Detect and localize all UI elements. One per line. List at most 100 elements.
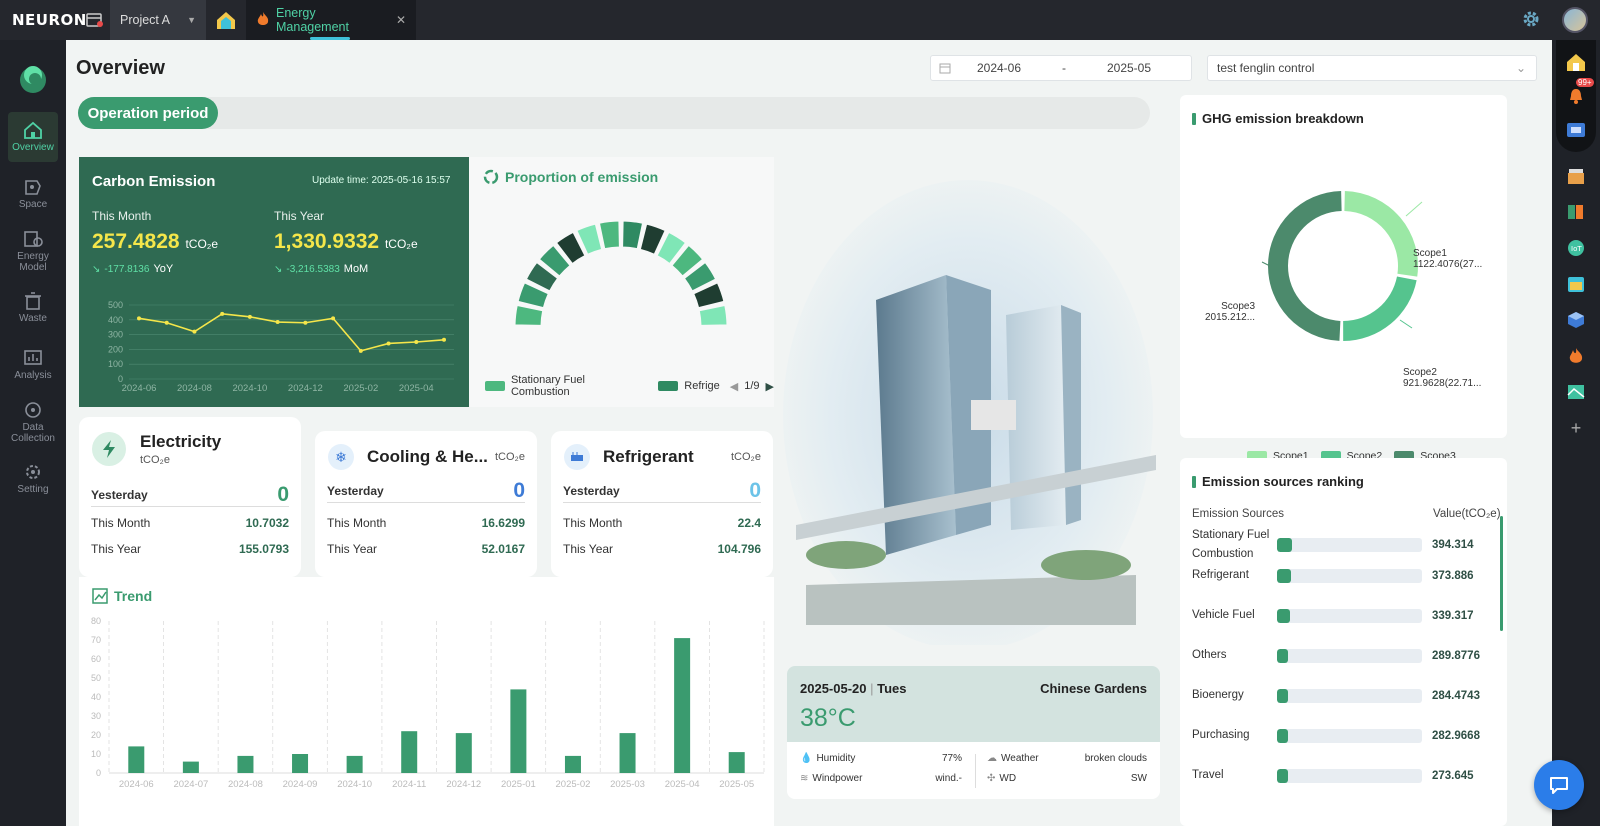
app-launcher-bar: 99+ IoT +: [1552, 40, 1600, 826]
sidebar-item-label: Setting: [17, 484, 49, 495]
operation-period-button[interactable]: Operation period: [78, 97, 218, 129]
ranking-bar: [1277, 568, 1422, 583]
refrigerant-card[interactable]: Refrigerant tCO₂e Yesterday 0 This Month 2…: [551, 431, 773, 577]
card-title: Refrigerant: [603, 447, 694, 466]
site-select[interactable]: test fenglin control ⌄: [1207, 55, 1537, 81]
monitor-app-icon[interactable]: [1564, 118, 1588, 142]
sidebar-item-overview[interactable]: Overview: [8, 112, 58, 162]
legend-prev-icon[interactable]: ◀: [730, 380, 738, 393]
iot-app-icon[interactable]: IoT: [1564, 236, 1588, 260]
trend-title: Trend: [92, 588, 152, 604]
this-month-value: 257.4828 tCO₂e: [92, 230, 219, 253]
tab-energy-management[interactable]: Energy Management ✕: [246, 0, 416, 40]
page-title: Overview: [76, 57, 165, 79]
this-month-row: This Month 10.7032: [91, 516, 289, 530]
gear-icon[interactable]: [1522, 10, 1540, 31]
project-selector[interactable]: Project A ▼: [110, 0, 206, 40]
trend-bar: [619, 733, 636, 773]
calendar-alert-icon[interactable]: [80, 0, 110, 40]
weather-item: ☁ Weather broken clouds: [987, 753, 1147, 764]
home-app-icon[interactable]: [1564, 50, 1588, 74]
ranking-source-name: Bioenergy: [1192, 689, 1244, 701]
trend-bar: [564, 755, 581, 773]
x-tick-label: 2024-09: [283, 779, 318, 790]
sidebar-item-analysis[interactable]: Analysis: [8, 340, 58, 390]
trend-bar: [346, 755, 363, 773]
book-app-icon[interactable]: [1564, 200, 1588, 224]
flame-app-icon[interactable]: [1564, 344, 1588, 368]
app-logo-icon[interactable]: [17, 62, 49, 94]
electricity-card[interactable]: Electricity tCO₂e Yesterday 0 This Month 1…: [79, 417, 301, 577]
cube-app-icon[interactable]: [1564, 308, 1588, 332]
y-tick-label: 400: [108, 315, 123, 325]
sidebar-item-label: Analysis: [14, 370, 52, 381]
avatar[interactable]: [1562, 7, 1588, 33]
donut-slice: [1344, 191, 1418, 277]
leader-line: [1405, 201, 1423, 217]
this-year-row: This Year 155.0793: [91, 542, 289, 556]
x-tick-label: 2025-04: [665, 779, 700, 790]
date-start[interactable]: 2024-06: [959, 61, 1039, 75]
ranking-row[interactable]: Refrigerant 373.886: [1192, 566, 1496, 585]
ranking-bar: [1277, 648, 1422, 663]
sidebar-item-energy-model[interactable]: Energy Model: [8, 226, 58, 276]
setting-icon: [26, 465, 40, 479]
proportion-segment: [622, 220, 644, 250]
date-range-picker[interactable]: 2024-06 - 2025-05: [930, 55, 1192, 81]
calendar-app-icon[interactable]: [1564, 272, 1588, 296]
map-app-icon[interactable]: [1564, 380, 1588, 404]
ranking-bar: [1277, 688, 1422, 703]
snowflake-icon: ❄: [328, 444, 354, 470]
x-tick-label: 2024-10: [337, 779, 372, 790]
operation-period-bar: Operation period: [78, 97, 1150, 129]
sidebar-item-setting[interactable]: Setting: [8, 454, 58, 504]
carbon-line-point: [331, 316, 336, 321]
this-year-value: 1,330.9332 tCO₂e: [274, 230, 418, 253]
scope1-label: Scope1 1122.4076(27...: [1413, 248, 1483, 270]
ranking-row[interactable]: Purchasing 282.9668: [1192, 726, 1496, 745]
cooling-heating-card[interactable]: ❄ Cooling & He... tCO₂e Yesterday 0 This …: [315, 431, 537, 577]
y-tick-label: 40: [91, 692, 101, 702]
carbon-line-point: [137, 316, 141, 321]
sidebar-item-label: Energy Model: [17, 250, 49, 273]
bell-icon[interactable]: 99+: [1564, 78, 1594, 108]
ranking-source-name: Vehicle Fuel: [1192, 609, 1255, 621]
home-tab-icon[interactable]: [206, 0, 246, 40]
card-title: Cooling & He...: [367, 447, 488, 466]
ranking-row[interactable]: Vehicle Fuel 339.317: [1192, 606, 1496, 625]
lightning-icon: [92, 432, 126, 466]
ranking-row[interactable]: Others 289.8776: [1192, 646, 1496, 665]
y-tick-label: 20: [91, 730, 101, 740]
data-collection-icon: [25, 401, 41, 418]
analysis-icon: [24, 350, 42, 365]
factory-app-icon[interactable]: [1564, 164, 1588, 188]
x-tick-label: 2024-06: [122, 383, 157, 394]
sidebar-item-data-collection[interactable]: Data Collection: [8, 397, 58, 447]
trend-bar: [455, 733, 472, 773]
donut-slice: [1268, 191, 1342, 341]
sidebar-item-space[interactable]: Space: [8, 169, 58, 219]
legend-next-icon[interactable]: ▶: [766, 380, 774, 393]
wind-direction-item: ✣ WD SW: [987, 773, 1147, 784]
ranking-row[interactable]: Stationary Fuel Combustion 394.314: [1192, 526, 1496, 564]
x-tick-label: 2025-05: [719, 779, 754, 790]
x-tick-label: 2024-10: [232, 383, 267, 394]
proportion-title: Proportion of emission: [483, 169, 658, 185]
this-year-row: This Year 52.0167: [327, 542, 525, 556]
ranking-source-name: Purchasing: [1192, 729, 1250, 741]
weather-temperature: 38°C: [800, 704, 856, 732]
close-icon[interactable]: ✕: [396, 13, 406, 27]
add-app-icon[interactable]: +: [1564, 416, 1588, 440]
chat-icon: [1550, 777, 1568, 794]
date-end[interactable]: 2025-05: [1089, 61, 1169, 75]
chat-button[interactable]: [1534, 760, 1584, 810]
ranking-row[interactable]: Bioenergy 284.4743: [1192, 686, 1496, 705]
this-year-row: This Year 104.796: [563, 542, 761, 556]
y-tick-label: 300: [108, 330, 123, 340]
yesterday-row: Yesterday 0: [91, 482, 289, 507]
carbon-line-point: [275, 320, 280, 325]
ranking-row[interactable]: Travel 273.645: [1192, 766, 1496, 785]
scrollbar[interactable]: [1500, 516, 1503, 631]
sidebar-item-waste[interactable]: Waste: [8, 283, 58, 333]
neuron-logo[interactable]: NEURON: [0, 11, 86, 29]
